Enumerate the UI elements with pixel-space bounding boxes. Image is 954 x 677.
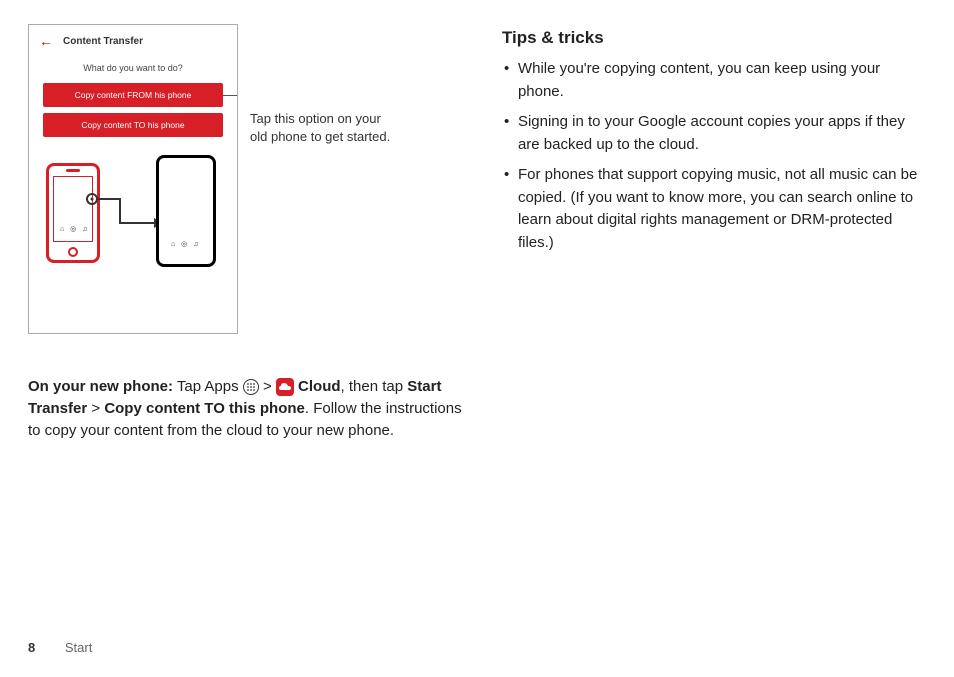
callout-line1: Tap this option on your [250,111,381,126]
page-content: ← Content Transfer What do you want to d… [0,0,954,461]
text-segment: , then tap [341,378,408,395]
page-number: 8 [28,640,35,655]
screenshot-with-callout: ← Content Transfer What do you want to d… [28,24,462,334]
text-segment: > [259,378,276,395]
transfer-illustration: ⌂ ◎ ♫ ⌂ ◎ ♫ [38,151,228,279]
tips-heading: Tips & tricks [502,28,926,48]
copy-to-button: Copy content TO his phone [43,113,223,137]
back-arrow-icon: ← [39,33,53,49]
left-column: ← Content Transfer What do you want to d… [28,24,462,441]
cloud-app-icon [276,378,294,396]
section-name: Start [65,640,92,655]
apps-grid-icon [243,379,259,395]
mock-header: ← Content Transfer [29,33,237,55]
instruction-paragraph: On your new phone: Tap Apps > Cloud, the… [28,376,462,441]
list-item: For phones that support copying music, n… [502,164,926,254]
copy-to-label: Copy content TO this phone [104,400,305,417]
tips-list: While you're copying content, you can ke… [502,58,926,254]
content-icons: ⌂ ◎ ♫ [171,240,200,248]
page-footer: 8 Start [28,640,92,655]
list-item: Signing in to your Google account copies… [502,111,926,156]
callout-line2: old phone to get started. [250,129,390,144]
right-column: Tips & tricks While you're copying conte… [502,24,926,441]
mock-title: Content Transfer [63,36,143,47]
new-phone-label: On your new phone: [28,378,173,395]
copy-from-button: Copy content FROM his phone [43,83,223,107]
text-segment: > [87,400,104,417]
list-item: While you're copying content, you can ke… [502,58,926,103]
mock-question: What do you want to do? [29,55,237,83]
cloud-label: Cloud [294,378,341,395]
callout-text: Tap this option on your old phone to get… [250,110,430,146]
callout-wrap: Tap this option on your old phone to get… [250,24,430,146]
new-phone-icon: ⌂ ◎ ♫ [156,155,216,267]
text-segment: Tap Apps [173,378,243,395]
phone-screenshot: ← Content Transfer What do you want to d… [28,24,238,334]
